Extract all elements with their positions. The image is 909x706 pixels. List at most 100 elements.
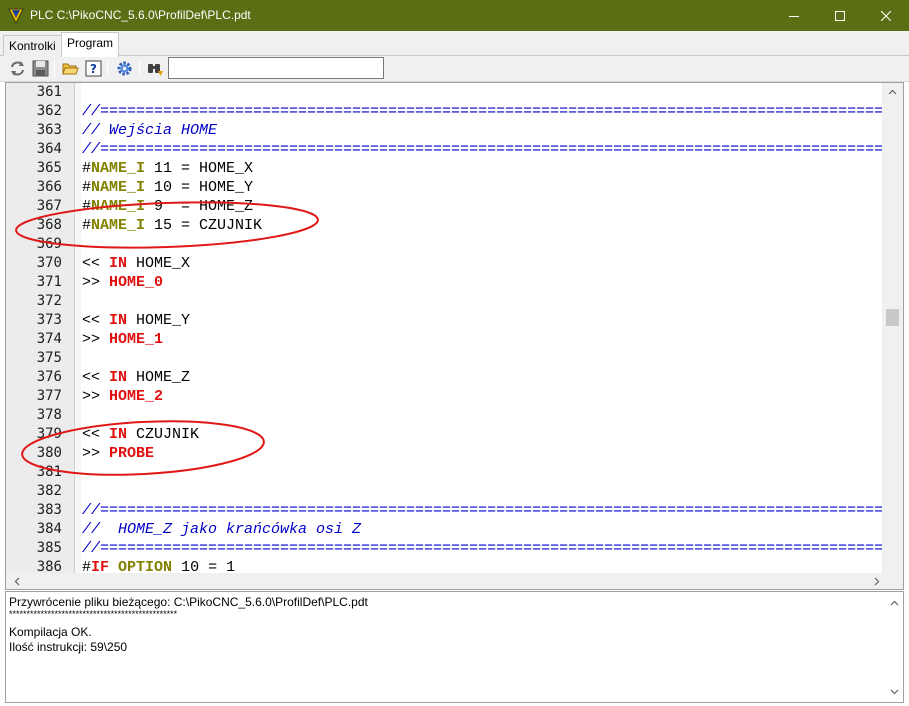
code-token: >>: [82, 331, 110, 348]
tab-kontrolki[interactable]: Kontrolki: [3, 35, 62, 56]
code-token-red: PROBE: [109, 445, 155, 462]
line-number: 366: [36, 179, 62, 195]
line-number: 365: [36, 160, 62, 176]
toolbar: ?: [0, 56, 909, 82]
code-token: #: [82, 559, 92, 573]
output-scroll-down-arrow[interactable]: [886, 683, 903, 700]
code-token: HOME_Z: [127, 369, 191, 386]
code-text: << IN CZUJNIK: [82, 425, 199, 444]
code-line[interactable]: 375: [6, 349, 882, 368]
code-line[interactable]: 376 << IN HOME_Z: [6, 368, 882, 387]
minimize-button[interactable]: [771, 0, 817, 31]
window-title: PLC C:\PikoCNC_5.6.0\ProfilDef\PLC.pdt: [30, 8, 251, 22]
maximize-button[interactable]: [817, 0, 863, 31]
code-line[interactable]: 381: [6, 463, 882, 482]
code-line[interactable]: 383 //===================================…: [6, 501, 882, 520]
settings-gear-icon[interactable]: [115, 59, 134, 78]
code-token: CZUJNIK: [127, 426, 200, 443]
scroll-up-arrow[interactable]: [884, 83, 901, 100]
scroll-left-arrow[interactable]: [8, 573, 25, 589]
code-line[interactable]: 380 >> PROBE: [6, 444, 882, 463]
line-number: 364: [36, 141, 62, 157]
help-icon[interactable]: ?: [84, 59, 103, 78]
code-line[interactable]: 374 >> HOME_1: [6, 330, 882, 349]
code-text: << IN HOME_X: [82, 254, 190, 273]
code-line[interactable]: 365 #NAME_I 11 = HOME_X: [6, 159, 882, 178]
code-line[interactable]: 363 // Wejścia HOME: [6, 121, 882, 140]
code-token-comment: // HOME_Z jako krańcówka osi Z: [82, 521, 362, 538]
code-line[interactable]: 386 #IF OPTION 10 = 1: [6, 558, 882, 573]
code-text: //======================================…: [82, 501, 882, 520]
binoculars-find-icon[interactable]: [145, 59, 164, 78]
line-number: 382: [36, 483, 62, 499]
code-lines: 361 362 //================================…: [6, 83, 882, 573]
code-line[interactable]: 372: [6, 292, 882, 311]
vertical-scrollbar[interactable]: [882, 83, 903, 573]
line-number: 368: [36, 217, 62, 233]
close-button[interactable]: [863, 0, 909, 31]
code-editor[interactable]: 361 362 //================================…: [5, 82, 904, 590]
output-scrollbar[interactable]: [886, 592, 903, 702]
code-token: <<: [82, 312, 110, 329]
log-line: Przywrócenie pliku bieżącego: C:\PikoCNC…: [9, 595, 368, 609]
code-token: #: [82, 198, 92, 215]
code-token-red: IN: [109, 426, 128, 443]
code-line[interactable]: 373 << IN HOME_Y: [6, 311, 882, 330]
minimize-icon: [789, 15, 799, 17]
code-line[interactable]: 368 #NAME_I 15 = CZUJNIK: [6, 216, 882, 235]
line-number: 379: [36, 426, 62, 442]
code-token-comment: //======================================…: [82, 103, 882, 120]
code-token-kw: NAME_I: [91, 160, 146, 177]
line-number: 367: [36, 198, 62, 214]
line-number: 377: [36, 388, 62, 404]
code-line[interactable]: 366 #NAME_I 10 = HOME_Y: [6, 178, 882, 197]
code-line[interactable]: 385 //===================================…: [6, 539, 882, 558]
line-number: 361: [36, 84, 62, 100]
code-text: >> PROBE: [82, 444, 154, 463]
code-line[interactable]: 370 << IN HOME_X: [6, 254, 882, 273]
code-text: //======================================…: [82, 539, 882, 558]
code-line[interactable]: 378: [6, 406, 882, 425]
code-text: // HOME_Z jako krańcówka osi Z: [82, 520, 361, 539]
code-line[interactable]: 369: [6, 235, 882, 254]
chevron-up-icon: [890, 600, 899, 605]
horizontal-scrollbar[interactable]: [6, 573, 903, 589]
line-number: 369: [36, 236, 62, 252]
code-line[interactable]: 379 << IN CZUJNIK: [6, 425, 882, 444]
save-icon[interactable]: [31, 59, 50, 78]
code-token-comment: //======================================…: [82, 141, 882, 158]
code-token-comment: // Wejścia HOME: [82, 122, 218, 139]
app-logo-icon: [8, 8, 24, 24]
title-bar: PLC C:\PikoCNC_5.6.0\ProfilDef\PLC.pdt: [0, 0, 909, 31]
code-text: #IF OPTION 10 = 1: [82, 558, 235, 573]
code-line[interactable]: 361: [6, 83, 882, 102]
code-line[interactable]: 384 // HOME_Z jako krańcówka osi Z: [6, 520, 882, 539]
close-icon: [881, 10, 891, 21]
log-line: Kompilacja OK.: [9, 625, 92, 639]
vertical-scroll-thumb[interactable]: [886, 309, 899, 326]
code-token: #: [82, 217, 92, 234]
tab-program[interactable]: Program: [61, 32, 120, 57]
code-line[interactable]: 367 #NAME_I 9 = HOME_Z: [6, 197, 882, 216]
code-text: #NAME_I 10 = HOME_Y: [82, 178, 253, 197]
code-line[interactable]: 364 //===================================…: [6, 140, 882, 159]
search-input[interactable]: [168, 57, 384, 79]
line-number: 381: [36, 464, 62, 480]
code-line[interactable]: 377 >> HOME_2: [6, 387, 882, 406]
code-token: #: [82, 179, 92, 196]
scroll-right-arrow[interactable]: [868, 573, 885, 589]
open-folder-icon[interactable]: [61, 59, 80, 78]
refresh-icon[interactable]: [8, 59, 27, 78]
code-token-red: HOME_1: [109, 331, 164, 348]
line-number: 383: [36, 502, 62, 518]
output-scroll-up-arrow[interactable]: [886, 594, 903, 611]
code-token: 10 = HOME_Y: [145, 179, 254, 196]
line-number: 373: [36, 312, 62, 328]
code-line[interactable]: 362 //===================================…: [6, 102, 882, 121]
code-token-kw: NAME_I: [91, 179, 146, 196]
code-line[interactable]: 382: [6, 482, 882, 501]
line-number: 378: [36, 407, 62, 423]
code-token-kw: OPTION: [118, 559, 173, 573]
code-token-red: HOME_2: [109, 388, 164, 405]
code-line[interactable]: 371 >> HOME_0: [6, 273, 882, 292]
